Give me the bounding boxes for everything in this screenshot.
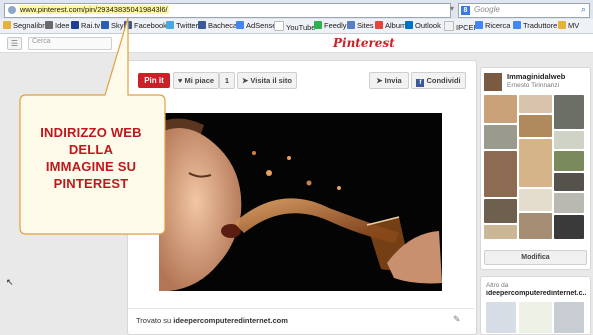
bookmark-raitv[interactable]: Rai.tv [71,21,100,30]
google-icon: 8 [461,6,470,15]
album-icon [375,21,383,29]
board-thumbnail[interactable] [519,115,552,137]
pin-image[interactable] [159,113,442,291]
board-thumbnail[interactable] [519,189,552,211]
edit-board-button[interactable]: Modifica [484,250,587,265]
board-thumbnail[interactable] [554,193,584,213]
feedly-icon [314,21,322,29]
callout-text: INDIRIZZO WEB DELLA IMMAGINE SU PINTERES… [40,125,142,191]
bookmark-traduttore[interactable]: Traduttore [513,21,557,30]
send-button[interactable]: ➤ Invia [369,72,409,89]
mouse-cursor-icon: ↖ [6,277,14,287]
bookmark-outlook[interactable]: Outlook [405,21,441,30]
bookmark-bacheca[interactable]: Bacheca [198,21,237,30]
board-thumbnail[interactable] [554,131,584,149]
adsense-icon [236,21,244,29]
sites-icon [347,21,355,29]
browser-toolbar: www.pinterest.com/pin/293438350419843l6/… [0,0,593,20]
facebook-icon [198,21,206,29]
browser-search-box[interactable]: 8 Google ⌕ [458,3,590,18]
bookmark-feedly[interactable]: Feedly [314,21,347,30]
bookmarks-bar: Segnalibri Idee Rai.tv Sky Facebook Twit… [0,19,593,34]
board-name[interactable]: Immaginidalweb [507,72,565,81]
google-icon [475,21,483,29]
board-thumbnail[interactable] [484,225,517,239]
bookmark-ipcei[interactable]: IPCEI [444,21,476,32]
menu-icon[interactable]: ☰ [7,37,22,50]
found-on-site-link[interactable]: ideepercomputeredinternet.com [173,316,288,325]
share-button[interactable]: f Condividi [411,72,466,89]
search-placeholder: Cerca [32,38,51,45]
url-text[interactable]: www.pinterest.com/pin/293438350419843l6/ [19,5,169,14]
found-on-text: Trovato su ideepercomputeredinternet.com [136,316,288,325]
bookmark-idee[interactable]: Idee [45,21,70,30]
board-thumbnail[interactable] [519,213,552,239]
edit-pencil-icon[interactable]: ✎ [453,314,461,325]
reload-icon[interactable]: ▾ [450,4,454,13]
site-thumbnail[interactable] [519,302,552,333]
site-thumbnail[interactable] [554,302,584,333]
bookmark-ricerca[interactable]: Ricerca [475,21,510,30]
board-thumbnail[interactable] [554,151,584,171]
avatar[interactable] [484,73,502,91]
pinterest-header: ☰ Cerca Pinterest [0,34,593,53]
twitter-icon [166,21,174,29]
outlook-icon [405,21,413,29]
more-from-site[interactable]: ideepercomputeredinternet.c... [486,290,586,297]
bookmark-album[interactable]: Album [375,21,406,30]
page-icon [444,21,454,31]
bookmark-youtube[interactable]: YouTube [274,21,315,32]
sky-icon [101,21,109,29]
board-thumbnail[interactable] [484,151,517,197]
youtube-icon [274,21,284,31]
board-thumbnail[interactable] [519,95,552,113]
facebook-icon [124,21,132,29]
board-thumbnail[interactable] [554,95,584,129]
board-owner[interactable]: Ernesto Tirinnanzi [507,82,559,89]
bookmark-sky[interactable]: Sky [101,21,124,30]
site-thumbnail[interactable] [486,302,516,333]
pin-photo-svg [159,113,442,291]
translate-icon [513,21,521,29]
bookmark-facebook[interactable]: Facebook [124,21,167,30]
page-icon [45,21,53,29]
address-bar[interactable]: www.pinterest.com/pin/293438350419843l6/ [4,3,451,18]
board-thumbnail[interactable] [484,199,517,223]
more-from-label: Altro da [486,282,509,289]
bookmark-sites[interactable]: Sites [347,21,374,30]
board-thumbnail[interactable] [554,173,584,191]
like-button[interactable]: ♥ Mi piace [173,72,219,89]
send-icon: ➤ [376,76,385,85]
site-icon [8,6,16,14]
search-input[interactable]: Cerca [28,37,112,50]
board-thumbnail[interactable] [519,139,552,187]
star-icon [3,21,11,29]
bookmark-mv[interactable]: MV [558,21,579,30]
folder-icon [558,21,566,29]
rai-icon [71,21,79,29]
pinterest-logo[interactable]: Pinterest [333,36,395,50]
bookmark-twitter[interactable]: Twitter [166,21,198,30]
pin-it-button[interactable]: Pin it [138,73,170,88]
bookmark-segnalibri[interactable]: Segnalibri [3,21,46,30]
facebook-icon: f [416,79,425,87]
board-thumbnail[interactable] [484,125,517,149]
like-count: 1 [219,72,235,89]
bookmark-adsense[interactable]: AdSense [236,21,276,30]
browser-search-placeholder: Google [474,5,500,14]
visit-site-button[interactable]: ➤ Visita il sito [237,72,297,89]
board-thumbnail[interactable] [554,215,584,239]
board-thumbnail[interactable] [484,95,517,123]
card-divider [128,308,474,309]
search-icon[interactable]: ⌕ [581,4,586,15]
